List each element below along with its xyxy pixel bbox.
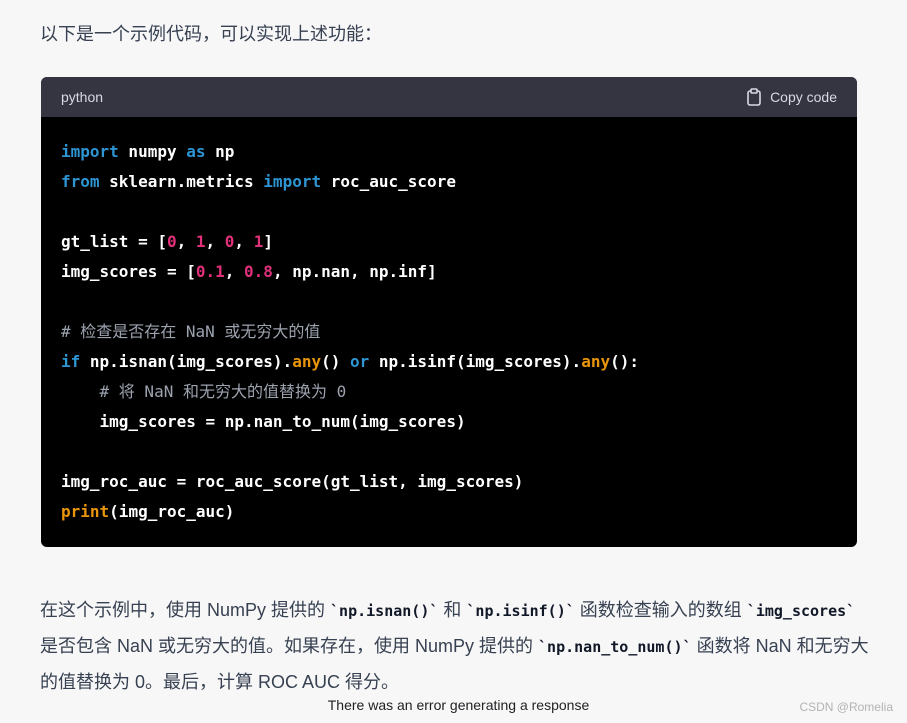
paragraph-text: 函数检查输入的数组 bbox=[574, 600, 747, 620]
code-token: np bbox=[205, 142, 235, 161]
code-line: img_scores = np.nan_to_num(img_scores) bbox=[61, 407, 837, 437]
code-line: img_roc_auc = roc_auc_score(gt_list, img… bbox=[61, 467, 837, 497]
explanation-paragraph: 在这个示例中，使用 NumPy 提供的 `np.isnan()` 和 `np.i… bbox=[40, 593, 870, 700]
code-token: () bbox=[321, 352, 350, 371]
code-token: , bbox=[224, 262, 245, 281]
code-line: gt_list = [0, 1, 0, 1] bbox=[61, 227, 837, 257]
code-token: (): bbox=[610, 352, 639, 371]
intro-text: 以下是一个示例代码，可以实现上述功能： bbox=[40, 24, 382, 44]
code-token: , bbox=[205, 232, 225, 251]
code-token: , bbox=[176, 232, 196, 251]
error-message: There was an error generating a response bbox=[327, 697, 590, 713]
inline-code: `np.isinf()` bbox=[466, 602, 575, 620]
code-token: , np.nan, np.inf] bbox=[272, 262, 437, 281]
code-token: any bbox=[581, 352, 611, 371]
code-token: 1 bbox=[195, 232, 206, 251]
code-token: 1 bbox=[253, 232, 264, 251]
code-token: img_scores = [ bbox=[61, 262, 196, 281]
code-token: roc_auc_score bbox=[321, 172, 456, 191]
code-line: img_scores = [0.1, 0.8, np.nan, np.inf] bbox=[61, 257, 837, 287]
copy-code-button[interactable]: Copy code bbox=[746, 88, 837, 106]
code-block-header: python Copy code bbox=[41, 77, 857, 117]
code-line: if np.isnan(img_scores).any() or np.isin… bbox=[61, 347, 837, 377]
code-block: python Copy code import numpy as np from … bbox=[41, 77, 857, 547]
code-token: img_roc_auc = roc_auc_score(gt_list, img… bbox=[61, 472, 524, 491]
code-token: 0 bbox=[224, 232, 235, 251]
paragraph-text: 在这个示例中，使用 NumPy 提供的 bbox=[40, 600, 331, 620]
code-line: print(img_roc_auc) bbox=[61, 497, 837, 527]
code-token: 0 bbox=[166, 232, 177, 251]
code-token: (img_roc_auc) bbox=[109, 502, 235, 521]
inline-code: `np.isnan()` bbox=[330, 602, 439, 620]
code-line: # 检查是否存在 NaN 或无穷大的值 bbox=[61, 317, 837, 347]
code-token: numpy bbox=[118, 142, 187, 161]
code-token: ] bbox=[263, 232, 273, 251]
code-token: print bbox=[61, 502, 110, 521]
code-line: # 将 NaN 和无穷大的值替换为 0 bbox=[61, 377, 837, 407]
watermark: CSDN @Romelia bbox=[799, 700, 893, 714]
code-token: or bbox=[350, 352, 370, 371]
code-token: from bbox=[61, 172, 100, 191]
code-token: as bbox=[186, 142, 206, 161]
code-token: if bbox=[61, 352, 81, 371]
code-token: gt_list = [ bbox=[61, 232, 167, 251]
code-token: import bbox=[263, 172, 322, 191]
code-token: sklearn.metrics bbox=[99, 172, 264, 191]
code-line: import numpy as np bbox=[61, 137, 837, 167]
paragraph-text: 是否包含 NaN 或无穷大的值。如果存在，使用 NumPy 提供的 bbox=[40, 636, 539, 656]
code-token: any bbox=[292, 352, 322, 371]
code-line: from sklearn.metrics import roc_auc_scor… bbox=[61, 167, 837, 197]
code-token: 0.8 bbox=[244, 262, 273, 281]
code-token: np.isinf(img_scores). bbox=[369, 352, 582, 371]
copy-code-label: Copy code bbox=[770, 89, 837, 105]
code-token: import bbox=[61, 142, 119, 161]
code-token: # 将 NaN 和无穷大的值替换为 0 bbox=[99, 382, 347, 401]
code-token: , bbox=[234, 232, 254, 251]
code-content[interactable]: import numpy as np from sklearn.metrics i… bbox=[41, 117, 857, 547]
code-language-label: python bbox=[61, 89, 104, 105]
code-token: np.isnan(img_scores). bbox=[80, 352, 293, 371]
paragraph-text: 和 bbox=[438, 600, 467, 620]
inline-code: `np.nan_to_num()` bbox=[538, 638, 692, 656]
code-token: 0.1 bbox=[195, 262, 225, 281]
code-token: img_scores = np.nan_to_num(img_scores) bbox=[61, 412, 466, 431]
code-token: # 检查是否存在 NaN 或无穷大的值 bbox=[61, 322, 321, 341]
inline-code: `img_scores` bbox=[746, 602, 856, 620]
clipboard-icon bbox=[746, 88, 762, 106]
